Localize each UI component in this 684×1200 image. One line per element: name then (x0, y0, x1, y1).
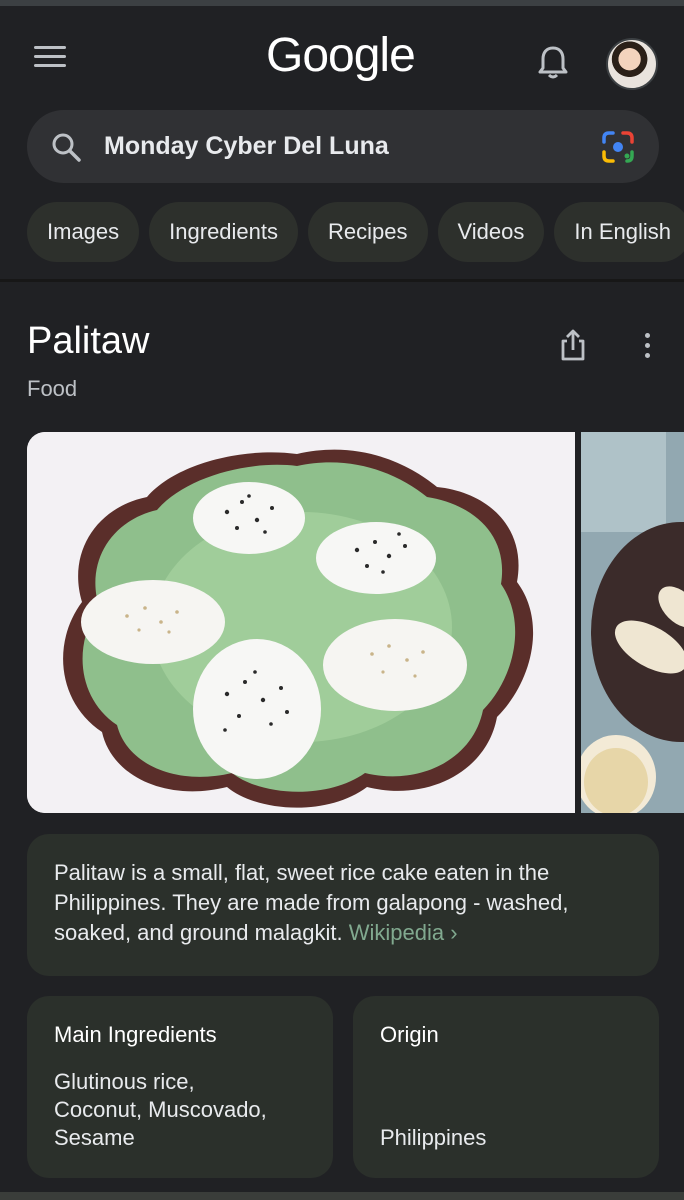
search-bar[interactable]: Monday Cyber Del Luna (27, 110, 659, 183)
bell-icon[interactable] (536, 44, 570, 80)
origin-card[interactable]: Origin Philippines (353, 996, 659, 1178)
main-ingredients-value: Glutinous rice, Coconut, Muscovado, Sesa… (54, 1069, 267, 1150)
description-card: Palitaw is a small, flat, sweet rice cak… (27, 834, 659, 976)
palitaw-plate-image (27, 432, 575, 813)
lens-icon[interactable] (601, 130, 635, 164)
description-text: Palitaw is a small, flat, sweet rice cak… (54, 860, 569, 945)
search-input[interactable]: Monday Cyber Del Luna (104, 132, 389, 161)
origin-label: Origin (380, 1022, 439, 1047)
chevron-right-icon: › (450, 920, 458, 945)
divider (0, 279, 684, 282)
chip-ingredients[interactable]: Ingredients (149, 202, 299, 262)
palitaw-second-image (581, 432, 684, 813)
origin-value: Philippines (380, 1125, 487, 1150)
search-icon[interactable] (51, 132, 81, 162)
main-ingredients-card[interactable]: Main Ingredients Glutinous rice, Coconut… (27, 996, 333, 1178)
avatar[interactable] (606, 38, 658, 90)
chip-in-english[interactable]: In English (554, 202, 684, 262)
header: Google (0, 6, 684, 106)
food-image-secondary[interactable] (581, 432, 684, 813)
wikipedia-link[interactable]: Wikipedia › (349, 920, 458, 945)
share-icon[interactable] (558, 328, 588, 362)
chip-recipes[interactable]: Recipes (308, 202, 428, 262)
filter-chips: Images Ingredients Recipes Videos In English (27, 202, 684, 262)
google-logo[interactable]: Google (266, 28, 416, 83)
bottom-strip (0, 1192, 684, 1200)
menu-icon[interactable] (34, 46, 66, 70)
chip-videos[interactable]: Videos (437, 202, 545, 262)
entity-subtitle: Food (27, 376, 78, 401)
chip-images[interactable]: Images (27, 202, 140, 262)
entity-title: Palitaw (27, 320, 150, 362)
more-options-icon[interactable] (640, 333, 654, 359)
food-image-main[interactable] (27, 432, 575, 813)
main-ingredients-label: Main Ingredients (54, 1022, 217, 1047)
